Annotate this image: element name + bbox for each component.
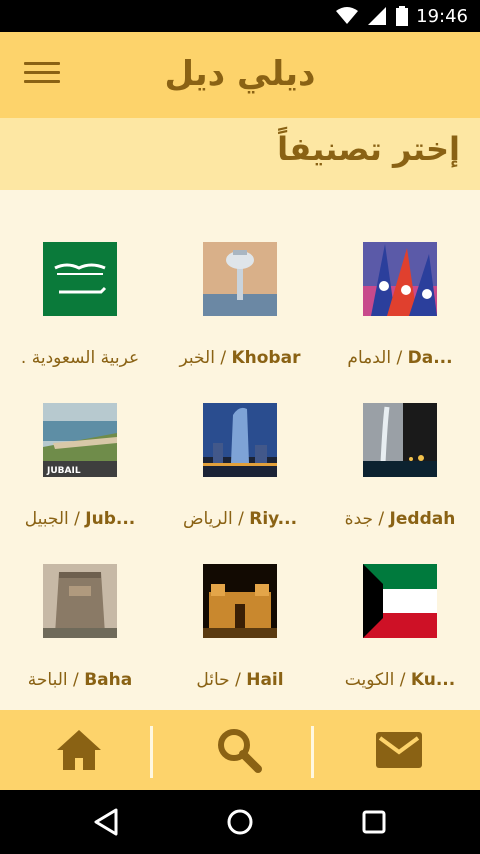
- wifi-icon: [336, 7, 359, 24]
- category-hail[interactable]: حائل / Hail: [160, 564, 320, 710]
- search-icon: [218, 729, 262, 773]
- dammam-thumb: [363, 242, 437, 316]
- baha-thumb: [43, 564, 117, 638]
- category-jeddah[interactable]: جدة / Jeddah: [320, 403, 480, 565]
- category-label: الدمام / Da...: [347, 348, 453, 368]
- recents-button[interactable]: [356, 804, 392, 840]
- mail-icon: [376, 732, 422, 768]
- category-label: الخبر / Khobar: [179, 348, 301, 368]
- category-label: حائل / Hail: [196, 670, 284, 690]
- nav-divider: [150, 726, 153, 778]
- category-saudi-arabia[interactable]: . عربية السعودية: [0, 242, 160, 404]
- home-icon: [57, 730, 101, 770]
- saudi-flag-thumb: [43, 242, 117, 316]
- mail-button[interactable]: [324, 710, 474, 790]
- signal-icon: [368, 7, 387, 25]
- khobar-thumb: [203, 242, 277, 316]
- category-label: الرياض / Riy...: [182, 509, 298, 529]
- section-header: إختر تصنيفاً: [0, 118, 480, 190]
- bottom-nav: [0, 710, 480, 790]
- app-title: ديلي ديل: [164, 54, 316, 94]
- back-icon: [94, 808, 118, 836]
- category-dammam[interactable]: الدمام / Da...: [320, 242, 480, 404]
- nav-divider: [311, 726, 314, 778]
- search-button[interactable]: [164, 710, 314, 790]
- category-label: الكويت / Ku...: [344, 670, 456, 690]
- recents-icon: [362, 810, 386, 834]
- category-label: الباحة / Baha: [27, 670, 133, 690]
- category-label: جدة / Jeddah: [344, 509, 456, 529]
- category-label: . عربية السعودية: [20, 348, 140, 368]
- status-bar: 19:46: [0, 0, 480, 32]
- clock: 19:46: [416, 5, 468, 27]
- category-baha[interactable]: الباحة / Baha: [0, 564, 160, 710]
- back-button[interactable]: [88, 804, 124, 840]
- category-jubail[interactable]: JUBAIL الجبيل / Jub...: [0, 403, 160, 565]
- battery-icon: [396, 6, 409, 26]
- home-circle-icon: [227, 809, 253, 835]
- jubail-thumb-text: JUBAIL: [46, 466, 81, 476]
- home-system-button[interactable]: [222, 804, 258, 840]
- category-khobar[interactable]: الخبر / Khobar: [160, 242, 320, 404]
- kuwait-flag-thumb: [363, 564, 437, 638]
- app-bar: ديلي ديل: [0, 32, 480, 118]
- home-button[interactable]: [4, 710, 154, 790]
- category-riyadh[interactable]: الرياض / Riy...: [160, 403, 320, 565]
- hail-thumb: [203, 564, 277, 638]
- jubail-thumb: JUBAIL: [43, 403, 117, 477]
- category-label: الجبيل / Jub...: [24, 509, 136, 529]
- category-grid: الدمام / Da... الخبر / Khobar . عربية ال…: [0, 190, 480, 710]
- riyadh-thumb: [203, 403, 277, 477]
- section-title: إختر تصنيفاً: [277, 130, 460, 168]
- jeddah-thumb: [363, 403, 437, 477]
- system-nav-bar: [0, 790, 480, 854]
- category-kuwait[interactable]: الكويت / Ku...: [320, 564, 480, 710]
